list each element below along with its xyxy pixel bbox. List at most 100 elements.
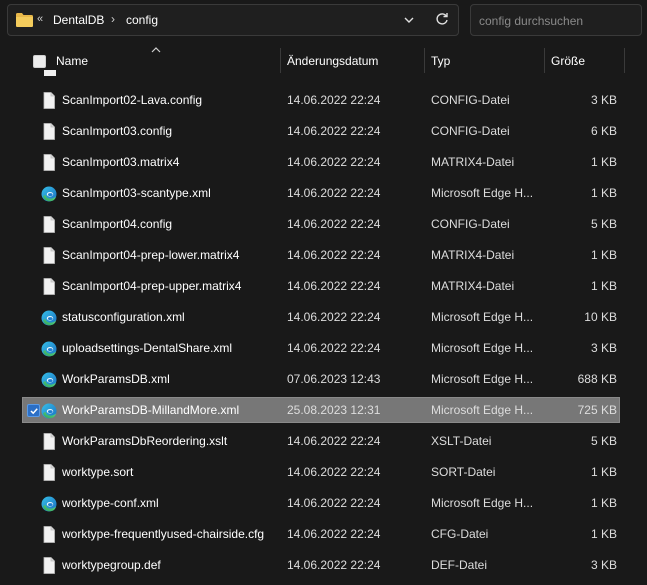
document-icon — [41, 433, 57, 450]
file-row[interactable]: worktype.sort 14.06.2022 22:24 SORT-Datei 1… — [0, 457, 647, 488]
document-icon — [41, 247, 57, 264]
file-date: 14.06.2022 22:24 — [287, 248, 381, 262]
file-name: ScanImport04-prep-lower.matrix4 — [62, 248, 240, 262]
breadcrumb-dentaldb[interactable]: DentalDB — [53, 13, 104, 27]
file-name: worktype-frequentlyused-chairside.cfg — [62, 527, 265, 541]
column-divider[interactable] — [624, 48, 625, 73]
file-type: XSLT-Datei — [431, 434, 492, 448]
document-icon — [41, 464, 57, 481]
file-row[interactable]: ScanImport03.matrix4 14.06.2022 22:24 MATR… — [0, 147, 647, 178]
file-date: 14.06.2022 22:24 — [287, 310, 381, 324]
file-name: ScanImport02-Lava.config — [62, 93, 203, 107]
row-checkbox[interactable] — [27, 404, 40, 417]
edge-icon — [41, 186, 57, 203]
file-date: 14.06.2022 22:24 — [287, 341, 381, 355]
file-type: CONFIG-Datei — [431, 124, 510, 138]
file-date: 14.06.2022 22:24 — [287, 496, 381, 510]
file-date: 14.06.2022 22:24 — [287, 558, 381, 572]
file-row[interactable]: ScanImport04-prep-upper.matrix4 14.06.202… — [0, 271, 647, 302]
file-row[interactable]: worktype-frequentlyused-chairside.cfg 14.… — [0, 519, 647, 550]
file-size: 10 KB — [584, 310, 617, 324]
file-row[interactable]: ScanImport04-prep-lower.matrix4 14.06.202… — [0, 240, 647, 271]
file-size: 1 KB — [590, 496, 617, 510]
select-all-checkbox[interactable] — [33, 55, 46, 68]
file-size: 5 KB — [590, 217, 617, 231]
file-name: ScanImport03.matrix4 — [62, 155, 180, 169]
file-row[interactable]: worktype-conf.xml 14.06.2022 22:24 Microso… — [0, 488, 647, 519]
column-divider[interactable] — [424, 48, 425, 73]
document-icon — [41, 557, 57, 574]
file-date: 14.06.2022 22:24 — [287, 465, 381, 479]
file-name: ScanImport03-scantype.xml — [62, 186, 211, 200]
file-type: Microsoft Edge H... — [431, 186, 534, 200]
file-row[interactable]: WorkParamsDbReordering.xslt 14.06.2022 22… — [0, 426, 647, 457]
edge-icon — [41, 372, 57, 389]
folder-icon — [16, 13, 33, 27]
file-row[interactable]: worktypegroup.def 14.06.2022 22:24 DEF-Dat… — [0, 550, 647, 581]
file-type: CFG-Datei — [431, 527, 489, 541]
file-row[interactable]: uploadsettings-DentalShare.xml 14.06.2022… — [0, 333, 647, 364]
file-name: worktype-conf.xml — [62, 496, 159, 510]
file-type: Microsoft Edge H... — [431, 372, 534, 386]
file-row[interactable]: ScanImport04.config 14.06.2022 22:24 CONFI… — [0, 209, 647, 240]
file-size: 3 KB — [590, 341, 617, 355]
file-type: MATRIX4-Datei — [431, 155, 515, 169]
file-row[interactable]: ScanImport03-scantype.xml 14.06.2022 22:2… — [0, 178, 647, 209]
column-header-size[interactable]: Größe — [551, 54, 585, 68]
document-icon — [41, 526, 57, 543]
file-type: MATRIX4-Datei — [431, 279, 515, 293]
file-row[interactable]: WorkParamsDB.xml 07.06.2023 12:43 Microsof… — [0, 364, 647, 395]
file-list: ScanImport02-Lava.config 14.06.2022 22:24… — [0, 76, 647, 585]
file-date: 14.06.2022 22:24 — [287, 527, 381, 541]
search-input[interactable] — [479, 12, 634, 29]
file-date: 07.06.2023 12:43 — [287, 372, 381, 386]
address-bar[interactable]: « DentalDB › config — [7, 4, 459, 36]
file-size: 3 KB — [590, 558, 617, 572]
edge-icon — [41, 496, 57, 513]
column-divider[interactable] — [544, 48, 545, 73]
column-divider[interactable] — [280, 48, 281, 73]
file-type: CONFIG-Datei — [431, 93, 510, 107]
file-date: 14.06.2022 22:24 — [287, 155, 381, 169]
file-date: 14.06.2022 22:24 — [287, 217, 381, 231]
file-name: worktypegroup.def — [62, 558, 161, 572]
file-date: 14.06.2022 22:24 — [287, 434, 381, 448]
file-size: 1 KB — [590, 155, 617, 169]
file-name: WorkParamsDbReordering.xslt — [62, 434, 228, 448]
sort-ascending-icon — [151, 47, 161, 53]
file-type: Microsoft Edge H... — [431, 403, 534, 417]
chevron-right-icon[interactable]: › — [111, 12, 115, 26]
file-row[interactable]: ScanImport03.config 14.06.2022 22:24 CONFI… — [0, 116, 647, 147]
file-size: 3 KB — [590, 93, 617, 107]
file-date: 14.06.2022 22:24 — [287, 279, 381, 293]
file-size: 1 KB — [590, 527, 617, 541]
file-type: MATRIX4-Datei — [431, 248, 515, 262]
breadcrumb-config[interactable]: config — [126, 13, 158, 27]
file-row[interactable]: ScanImport02-Lava.config 14.06.2022 22:24… — [0, 85, 647, 116]
file-row[interactable]: statusconfiguration.xml 14.06.2022 22:24 M… — [0, 302, 647, 333]
chevron-down-icon[interactable] — [402, 13, 416, 27]
file-size: 1 KB — [590, 186, 617, 200]
file-type: Microsoft Edge H... — [431, 310, 534, 324]
column-header-date[interactable]: Änderungsdatum — [287, 54, 378, 68]
overflow-chevrons[interactable]: « — [37, 13, 43, 25]
file-type: CONFIG-Datei — [431, 217, 510, 231]
file-name: ScanImport04-prep-upper.matrix4 — [62, 279, 242, 293]
file-name: statusconfiguration.xml — [62, 310, 185, 324]
file-name: ScanImport04.config — [62, 217, 173, 231]
file-type: DEF-Datei — [431, 558, 488, 572]
column-header-type[interactable]: Typ — [431, 54, 450, 68]
file-name: ScanImport03.config — [62, 124, 173, 138]
document-icon — [41, 278, 57, 295]
file-date: 14.06.2022 22:24 — [287, 186, 381, 200]
file-row[interactable]: WorkParamsDB-MillandMore.xml 25.08.2023 1… — [0, 395, 647, 426]
refresh-icon[interactable] — [434, 11, 450, 27]
file-size: 1 KB — [590, 248, 617, 262]
column-header-name[interactable]: Name — [56, 54, 88, 68]
search-box[interactable] — [470, 4, 642, 36]
document-icon — [41, 123, 57, 140]
file-size: 1 KB — [590, 465, 617, 479]
document-icon — [41, 216, 57, 233]
file-size: 1 KB — [590, 279, 617, 293]
column-header-row: Name Änderungsdatum Typ Größe — [0, 46, 647, 76]
